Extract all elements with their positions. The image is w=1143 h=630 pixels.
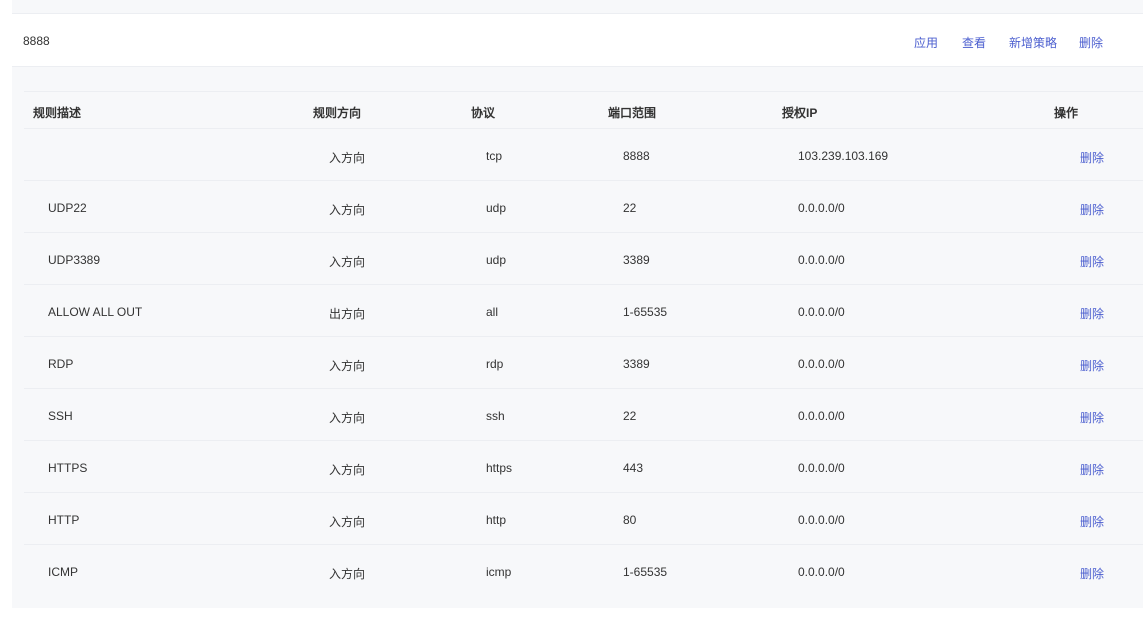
cell-description: UDP3389 — [48, 253, 101, 267]
cell-port-range: 22 — [623, 201, 637, 215]
cell-description: UDP22 — [48, 201, 87, 215]
cell-description: HTTPS — [48, 461, 88, 475]
cell-direction: 入方向 — [329, 151, 366, 165]
cell-protocol: ssh — [486, 409, 505, 423]
cell-port-range: 3389 — [623, 357, 650, 371]
cell-authorized-ip: 0.0.0.0/0 — [798, 409, 845, 423]
add-policy-button[interactable]: 新增策略 — [1009, 34, 1057, 51]
cell-port-range: 8888 — [623, 149, 650, 163]
cell-authorized-ip: 0.0.0.0/0 — [798, 201, 845, 215]
view-button[interactable]: 查看 — [962, 34, 986, 51]
cell-direction: 入方向 — [329, 255, 366, 269]
table-row: ICMP 入方向 icmp 1-65535 0.0.0.0/0 删除 — [24, 545, 1143, 596]
delete-rule-button[interactable]: 删除 — [1080, 565, 1104, 582]
cell-port-range: 3389 — [623, 253, 650, 267]
delete-rule-button[interactable]: 删除 — [1080, 461, 1104, 478]
cell-direction: 入方向 — [329, 515, 366, 529]
delete-group-button[interactable]: 删除 — [1079, 34, 1103, 51]
delete-rule-button[interactable]: 删除 — [1080, 253, 1104, 270]
cell-protocol: tcp — [486, 149, 503, 163]
cell-description: SSH — [48, 409, 73, 423]
header-description: 规则描述 — [33, 106, 82, 120]
cell-port-range: 22 — [623, 409, 637, 423]
table-row: SSH 入方向 ssh 22 0.0.0.0/0 删除 — [24, 389, 1143, 441]
apply-button[interactable]: 应用 — [914, 34, 938, 51]
header-port-range: 端口范围 — [608, 106, 657, 120]
cell-authorized-ip: 0.0.0.0/0 — [798, 357, 845, 371]
cell-direction: 入方向 — [329, 567, 366, 581]
header-operation: 操作 — [1054, 106, 1079, 120]
header-authorized-ip: 授权IP — [782, 106, 818, 120]
cell-port-range: 1-65535 — [623, 565, 668, 579]
table-body: 入方向 tcp 8888 103.239.103.169 删除 UDP22 入方向 udp 22… — [24, 129, 1143, 596]
header-direction: 规则方向 — [313, 106, 362, 120]
cell-authorized-ip: 0.0.0.0/0 — [798, 565, 845, 579]
cell-protocol: icmp — [486, 565, 512, 579]
cell-description: HTTP — [48, 513, 80, 527]
cell-port-range: 443 — [623, 461, 644, 475]
cell-direction: 入方向 — [329, 463, 366, 477]
cell-port-range: 80 — [623, 513, 637, 527]
cell-description: RDP — [48, 357, 74, 371]
cell-protocol: udp — [486, 201, 507, 215]
delete-rule-button[interactable]: 删除 — [1080, 357, 1104, 374]
cell-description: ICMP — [48, 565, 78, 579]
top-strip — [12, 0, 1143, 14]
cell-protocol: https — [486, 461, 513, 475]
header-protocol: 协议 — [471, 106, 496, 120]
cell-direction: 入方向 — [329, 411, 366, 425]
table-row: ALLOW ALL OUT 出方向 all 1-65535 0.0.0.0/0 删除 — [24, 285, 1143, 337]
table-header: 规则描述 规则方向 协议 端口范围 授权IP 操作 — [24, 91, 1143, 129]
cell-authorized-ip: 0.0.0.0/0 — [798, 253, 845, 267]
table-row: UDP3389 入方向 udp 3389 0.0.0.0/0 删除 — [24, 233, 1143, 285]
cell-protocol: udp — [486, 253, 507, 267]
cell-description: ALLOW ALL OUT — [48, 305, 143, 319]
cell-port-range: 1-65535 — [623, 305, 668, 319]
cell-protocol: all — [486, 305, 499, 319]
cell-direction: 出方向 — [329, 307, 366, 321]
table-row: RDP 入方向 rdp 3389 0.0.0.0/0 删除 — [24, 337, 1143, 389]
security-group-header: 8888 应用 查看 新增策略 删除 — [12, 14, 1143, 67]
table-row: HTTP 入方向 http 80 0.0.0.0/0 删除 — [24, 493, 1143, 545]
security-group-name: 8888 — [23, 34, 50, 48]
cell-authorized-ip: 0.0.0.0/0 — [798, 461, 845, 475]
cell-protocol: rdp — [486, 357, 504, 371]
cell-authorized-ip: 103.239.103.169 — [798, 149, 889, 163]
delete-rule-button[interactable]: 删除 — [1080, 409, 1104, 426]
delete-rule-button[interactable]: 删除 — [1080, 305, 1104, 322]
table-row: HTTPS 入方向 https 443 0.0.0.0/0 删除 — [24, 441, 1143, 493]
rules-table: 规则描述 规则方向 协议 端口范围 授权IP 操作 入方向 tcp 8888 103.… — [24, 91, 1143, 596]
rules-panel: 规则描述 规则方向 协议 端口范围 授权IP 操作 入方向 tcp 8888 103.… — [12, 67, 1143, 608]
cell-protocol: http — [486, 513, 507, 527]
cell-authorized-ip: 0.0.0.0/0 — [798, 305, 845, 319]
cell-direction: 入方向 — [329, 203, 366, 217]
table-row: 入方向 tcp 8888 103.239.103.169 删除 — [24, 129, 1143, 181]
table-row: UDP22 入方向 udp 22 0.0.0.0/0 删除 — [24, 181, 1143, 233]
cell-authorized-ip: 0.0.0.0/0 — [798, 513, 845, 527]
delete-rule-button[interactable]: 删除 — [1080, 513, 1104, 530]
delete-rule-button[interactable]: 删除 — [1080, 201, 1104, 218]
delete-rule-button[interactable]: 删除 — [1080, 149, 1104, 166]
cell-direction: 入方向 — [329, 359, 366, 373]
